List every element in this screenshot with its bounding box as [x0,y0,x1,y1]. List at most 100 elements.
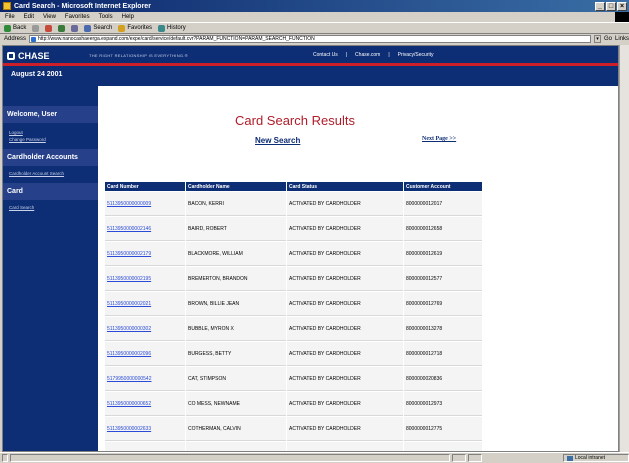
vertical-scrollbar[interactable] [619,45,629,452]
maximize-button[interactable]: □ [606,1,616,11]
customer-account-cell: 8000000020836 [404,367,482,391]
card-number-cell: 5179950000000542 [105,367,185,391]
menu-favorites[interactable]: Favorites [65,14,90,20]
cardholder-name-cell: BROWN, BILLIE JEAN [186,292,286,316]
customer-account-cell: 8000000012017 [404,192,482,216]
link-separator: | [345,52,348,58]
window-titlebar: Card Search - Microsoft Internet Explore… [0,0,629,12]
card-number-cell: 5113950000000652 [105,392,185,416]
table-row: 5113950000002146 BAIRD, ROBERT ACTIVATED B… [105,217,482,241]
stop-icon [45,24,53,32]
header-customer-account[interactable]: Customer Account [404,182,482,191]
cardholder-accounts-heading: Cardholder Accounts [3,149,98,166]
home-button[interactable] [71,24,79,32]
stop-button[interactable] [45,24,53,32]
table-row: 5113950000002195 BREMERTON, BRANDON ACTIVA… [105,267,482,291]
table-row: 5113950000000652 CO MESS, NEWNAME ACTIVATE… [105,392,482,416]
ie-app-icon [3,2,11,10]
table-row: 5113950000000302 BUBBLE, MYRON X ACTIVATED… [105,317,482,341]
card-status-cell: ACTIVATED BY CARDHOLDER [287,242,403,266]
menu-view[interactable]: View [43,14,56,20]
search-icon [84,24,92,32]
chase-header: CHASE THE RIGHT RELATIONSHIP IS EVERYTHI… [3,46,618,86]
favorites-button[interactable]: Favorites [118,24,152,32]
card-number-link[interactable]: 5113950000002633 [107,426,151,432]
forward-button[interactable] [32,24,40,32]
change-password-link[interactable]: Change Password [3,136,98,143]
table-header-row: Card Number Cardholder Name Card Status … [105,182,482,191]
header-card-number[interactable]: Card Number [105,182,185,191]
card-status-cell: ACTIVATED BY CARDHOLDER [287,217,403,241]
card-number-link[interactable]: 5113950000000009 [107,201,151,207]
header-card-status[interactable]: Card Status [287,182,403,191]
menu-help[interactable]: Help [122,14,134,20]
card-number-link[interactable]: 5113950000000652 [107,401,151,407]
cardholder-name-cell: CAT, STIMPSON [186,367,286,391]
window-controls: _ □ × [595,1,627,11]
logout-link[interactable]: Logout [3,129,98,136]
card-number-link[interactable]: 5113950000002146 [107,226,151,232]
customer-account-cell: 8000000013278 [404,317,482,341]
card-number-link[interactable]: 5113950000002179 [107,251,151,257]
new-search-link[interactable]: New Search [255,136,300,145]
search-label: Search [93,25,113,31]
card-number-cell: 5113950000002195 [105,267,185,291]
home-icon [71,24,79,32]
minimize-button[interactable]: _ [595,1,605,11]
forward-arrow-icon [32,24,40,32]
cardholder-account-search-link[interactable]: Cardholder Account Search [3,170,98,177]
back-button[interactable]: Back [4,24,26,32]
card-search-link[interactable]: Card Search [3,204,98,211]
card-number-cell: 5113950000000009 [105,192,185,216]
tagline: THE RIGHT RELATIONSHIP IS EVERYTHING.® [89,53,188,58]
status-segment [468,454,482,462]
refresh-button[interactable] [58,24,66,32]
search-button[interactable]: Search [84,24,113,32]
card-number-link[interactable]: 5179950000000542 [107,376,152,382]
chase-octagon-icon [7,52,15,60]
contact-us-link[interactable]: Contact Us [313,52,338,58]
date-label: August 24 2001 [11,71,63,78]
card-number-link[interactable]: 5113950000002096 [107,351,151,357]
menu-file[interactable]: File [5,14,15,20]
table-row: 5113950000000009 BACON, KERRI ACTIVATED BY… [105,192,482,216]
history-button[interactable]: History [158,24,186,32]
sidebar: Welcome, User Logout Change Password Car… [3,86,98,451]
windows-logo-icon [615,12,629,22]
menu-edit[interactable]: Edit [24,14,34,20]
card-status-cell: ACTIVATED BY CARDHOLDER [287,317,403,341]
refresh-icon [58,24,66,32]
address-input[interactable]: http://www.nanocashaeerga.expand.com/exp… [29,35,591,43]
page-title: Card Search Results [235,113,355,128]
cardholder-name-cell: COTHERMAN, CALVIN [186,417,286,441]
privacy-security-link[interactable]: Privacy/Security [398,52,434,58]
card-number-link[interactable]: 5113950000000302 [107,326,151,332]
table-row: 5113950000002179 BLACKMORE, WILLIAM ACTIVA… [105,242,482,266]
favorites-icon [118,24,126,32]
chase-logo: CHASE [7,51,50,61]
card-number-cell: 5113950000002179 [105,242,185,266]
browser-toolbar: Back Search Favorites History [0,22,629,34]
card-number-link[interactable]: 5113950000002021 [107,301,151,307]
customer-account-cell: 8000000012775 [404,417,482,441]
links-button[interactable]: Links [615,36,629,42]
header-cardholder-name[interactable]: Cardholder Name [186,182,286,191]
cardholder-name-cell: BUBBLE, MYRON X [186,317,286,341]
card-number-link[interactable]: 5113950000002195 [107,276,151,282]
chase-com-link[interactable]: Chase.com [355,52,380,58]
card-number-cell: 5113950000002096 [105,342,185,366]
page-viewport: CHASE THE RIGHT RELATIONSHIP IS EVERYTHI… [2,45,619,452]
menu-tools[interactable]: Tools [99,14,113,20]
card-number-cell: 5113950000000986 [105,442,185,451]
card-status-cell: ACTIVATED BY CARDHOLDER [287,292,403,316]
go-button[interactable]: Go [604,36,612,42]
close-button[interactable]: × [617,1,627,11]
customer-account-cell: 8000000012658 [404,217,482,241]
status-bar: Local intranet [0,452,629,463]
card-number-cell: 5113950000002021 [105,292,185,316]
next-page-link[interactable]: Next Page >> [422,136,456,142]
address-dropdown-button[interactable]: ▾ [593,35,601,43]
status-segment [452,454,466,462]
customer-account-cell: 8000000012973 [404,392,482,416]
window-title: Card Search - Microsoft Internet Explore… [14,2,151,10]
